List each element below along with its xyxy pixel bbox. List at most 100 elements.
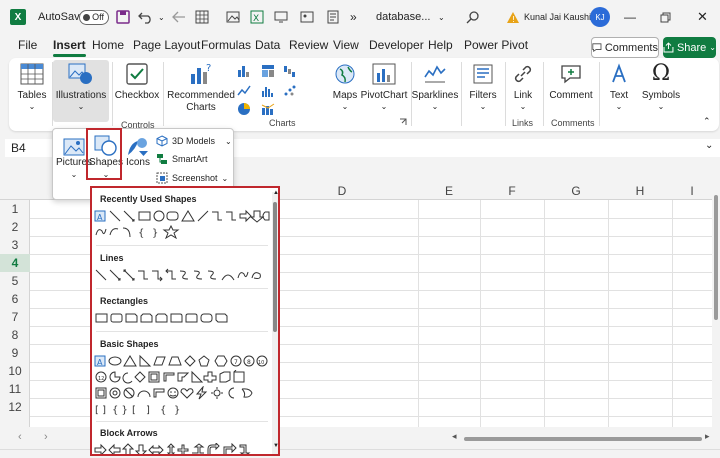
tab-help[interactable]: Help xyxy=(428,38,453,52)
form-icon[interactable] xyxy=(326,0,340,34)
excel-file-icon[interactable]: X xyxy=(250,0,264,34)
row-header[interactable]: 9 xyxy=(0,344,30,362)
prev-sheet-icon[interactable]: ‹ xyxy=(18,431,22,443)
filters-button[interactable]: Filters ⌄ xyxy=(465,60,501,112)
filename[interactable]: database... xyxy=(376,0,430,34)
minimize-icon[interactable]: — xyxy=(624,0,636,34)
search-icon[interactable] xyxy=(466,0,480,34)
maps-button[interactable]: Maps ⌄ xyxy=(329,60,361,112)
save-icon[interactable] xyxy=(116,0,130,34)
scroll-left-icon[interactable]: ◂ xyxy=(452,431,457,442)
icons-button[interactable]: Icons xyxy=(125,135,151,169)
scroll-down-icon[interactable]: ▼ xyxy=(273,443,278,449)
basic-shapes-row-1[interactable]: A 7 8 10 xyxy=(94,354,270,368)
column-header-g[interactable]: G xyxy=(544,182,608,200)
tab-power-pivot[interactable]: Power Pivot xyxy=(464,38,528,52)
share-button[interactable]: Share ⌄ xyxy=(663,37,716,58)
recently-used-shapes-row-2[interactable]: { } xyxy=(94,225,270,239)
column-header-d[interactable]: D xyxy=(302,182,382,200)
comment-button[interactable]: Comment xyxy=(547,60,595,102)
column-header-e[interactable]: E xyxy=(418,182,480,200)
scatter-chart-icon[interactable] xyxy=(283,84,297,98)
basic-shapes-row-2[interactable]: 12 xyxy=(94,370,270,384)
row-header[interactable]: 2 xyxy=(0,218,30,236)
scroll-up-icon[interactable]: ▲ xyxy=(273,190,278,196)
row-header[interactable]: 11 xyxy=(0,380,30,398)
more-commands[interactable]: » xyxy=(350,0,357,34)
basic-shapes-row-3[interactable] xyxy=(94,386,270,400)
column-header-h[interactable]: H xyxy=(608,182,672,200)
close-icon[interactable]: ✕ xyxy=(697,0,708,34)
waterfall-chart-icon[interactable] xyxy=(283,64,297,78)
dialog-launcher-icon[interactable] xyxy=(399,118,407,126)
recommended-charts-button[interactable]: ? Recommended Charts xyxy=(167,60,235,114)
comments-label: Comments xyxy=(604,41,658,54)
comments-button[interactable]: Comments xyxy=(591,37,659,58)
formula-bar[interactable] xyxy=(230,139,720,157)
row-header[interactable]: 7 xyxy=(0,308,30,326)
recently-used-shapes-row-1[interactable]: A xyxy=(94,209,270,223)
row-header[interactable]: 1 xyxy=(0,200,30,218)
image-icon-2[interactable] xyxy=(300,0,314,34)
row-header[interactable]: 12 xyxy=(0,398,30,416)
tab-page-layout[interactable]: Page Layout xyxy=(133,38,200,52)
pie-chart-icon[interactable] xyxy=(237,102,251,116)
grid-icon[interactable] xyxy=(195,0,209,34)
3d-models-button[interactable]: 3D Models ⌄ xyxy=(156,135,232,147)
column-chart-icon[interactable] xyxy=(237,64,251,78)
lines-shapes-row[interactable] xyxy=(94,268,270,282)
tab-view[interactable]: View xyxy=(333,38,359,52)
combo-chart-icon[interactable] xyxy=(261,102,275,116)
row-header[interactable]: 3 xyxy=(0,236,30,254)
block-arrows-row[interactable] xyxy=(94,443,270,456)
screenshot-button[interactable]: Screenshot ⌄ xyxy=(156,172,228,184)
expand-formula-bar-icon[interactable]: ⌄ xyxy=(705,140,713,151)
smartart-button[interactable]: SmartArt xyxy=(156,153,208,165)
pictures-button[interactable]: Pictures ⌄ xyxy=(56,137,92,181)
autosave-toggle[interactable]: Off xyxy=(75,0,109,34)
row-header-selected[interactable]: 4 xyxy=(0,254,30,272)
hierarchy-chart-icon[interactable] xyxy=(261,64,275,78)
avatar[interactable]: KJ xyxy=(590,0,610,34)
tab-home[interactable]: Home xyxy=(92,38,124,52)
line-chart-icon[interactable] xyxy=(237,84,251,98)
tab-data[interactable]: Data xyxy=(255,38,280,52)
tab-review[interactable]: Review xyxy=(289,38,328,52)
back-icon[interactable] xyxy=(172,0,186,34)
symbols-button[interactable]: Ω Symbols ⌄ xyxy=(639,60,683,112)
illustrations-button[interactable]: Illustrations ⌄ xyxy=(53,60,109,122)
tab-formulas[interactable]: Formulas xyxy=(201,38,251,52)
column-header-i[interactable]: I xyxy=(672,182,712,200)
chevron-down-icon[interactable]: ⌄ xyxy=(438,0,445,34)
statistic-chart-icon[interactable] xyxy=(261,84,275,98)
tab-file[interactable]: File xyxy=(18,38,37,52)
horizontal-scroll-thumb[interactable] xyxy=(464,437,702,441)
gallery-scroll-thumb[interactable] xyxy=(273,202,277,332)
restore-icon[interactable] xyxy=(660,0,671,34)
rectangles-shapes-row[interactable] xyxy=(94,311,270,325)
screen-icon[interactable] xyxy=(274,0,288,34)
scroll-right-icon[interactable]: ▸ xyxy=(705,431,710,442)
undo-icon[interactable] xyxy=(138,0,154,34)
link-button[interactable]: Link ⌄ xyxy=(509,60,537,112)
sparklines-button[interactable]: Sparklines ⌄ xyxy=(412,60,458,112)
collapse-ribbon-icon[interactable]: ⌃ xyxy=(703,116,717,130)
undo-dropdown-icon[interactable]: ⌄ xyxy=(158,0,165,34)
row-header[interactable]: 6 xyxy=(0,290,30,308)
pivotchart-button[interactable]: PivotChart ⌄ xyxy=(361,60,407,112)
image-icon[interactable] xyxy=(226,0,240,34)
vertical-scroll-thumb[interactable] xyxy=(714,195,718,320)
tab-developer[interactable]: Developer xyxy=(369,38,424,52)
text-button[interactable]: Text ⌄ xyxy=(603,60,635,112)
row-header[interactable]: 8 xyxy=(0,326,30,344)
tables-button[interactable]: Tables ⌄ xyxy=(16,60,48,112)
tab-insert[interactable]: Insert xyxy=(53,38,86,57)
row-header[interactable]: 10 xyxy=(0,362,30,380)
column-header-f[interactable]: F xyxy=(480,182,544,200)
name-box[interactable]: B4 xyxy=(5,139,55,157)
basic-shapes-row-4[interactable]: [ ] { } [ ] { } xyxy=(94,402,270,416)
next-sheet-icon[interactable]: › xyxy=(44,431,48,443)
row-header[interactable]: 5 xyxy=(0,272,30,290)
checkbox-button[interactable]: Checkbox xyxy=(115,60,159,102)
warning-icon[interactable]: ! xyxy=(506,0,520,34)
